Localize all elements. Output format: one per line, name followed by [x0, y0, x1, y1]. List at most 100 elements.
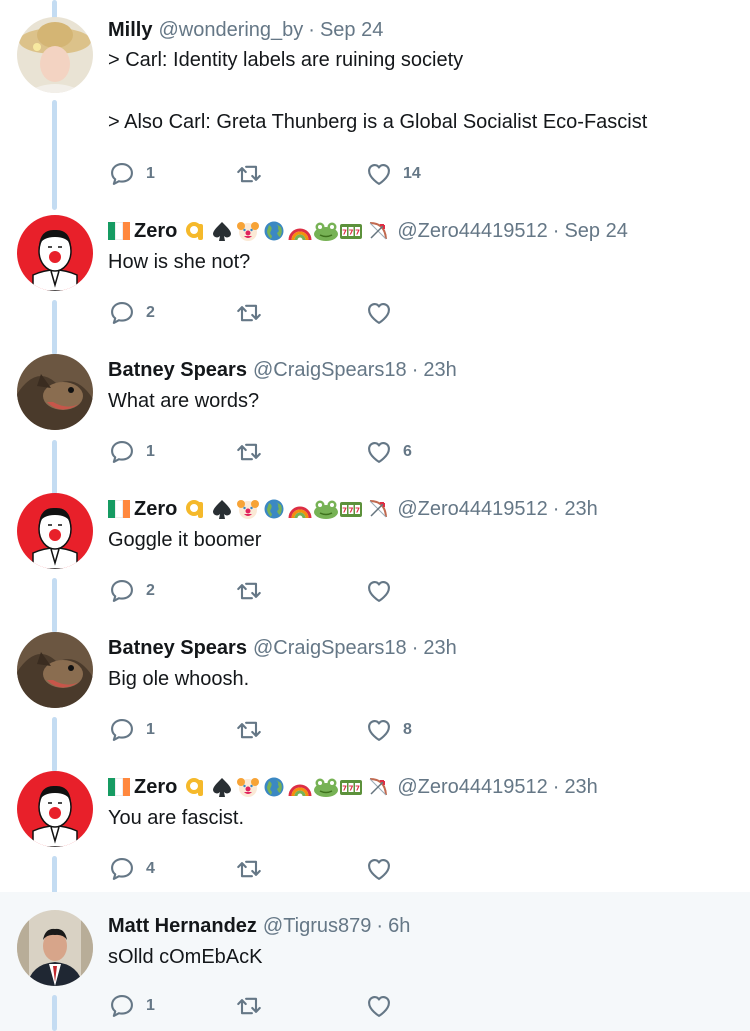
separator: ·: [552, 776, 560, 798]
like-button[interactable]: 8: [365, 715, 412, 745]
retweet-icon: [237, 582, 261, 600]
tweet-text: sOlld cOmEbAcK: [108, 946, 263, 968]
reply-icon: [111, 302, 133, 324]
user-handle[interactable]: @CraigSpears18: [253, 357, 407, 383]
timestamp[interactable]: 23h: [564, 496, 597, 522]
timestamp[interactable]: 23h: [423, 635, 456, 661]
tweet-actions: 1 6: [108, 437, 468, 467]
clown-icon: [235, 496, 261, 522]
frog-icon: [313, 496, 339, 522]
clown-icon: [235, 218, 261, 244]
avatar[interactable]: [17, 632, 93, 708]
like-button[interactable]: [365, 854, 403, 884]
timestamp[interactable]: Sep 24: [564, 218, 627, 244]
display-name[interactable]: Zero: [134, 774, 177, 800]
avatar[interactable]: [17, 17, 93, 93]
avatar[interactable]: [17, 493, 93, 569]
like-button[interactable]: 14: [365, 159, 421, 189]
reply-count: 2: [146, 304, 155, 321]
reply-button[interactable]: 1: [108, 715, 155, 745]
timestamp[interactable]: 23h: [423, 357, 456, 383]
tweet-matt-hernandez[interactable]: Matt Hernandez @Tigrus879 · 6h sOlld cOm…: [0, 892, 750, 1031]
heart-icon: [368, 580, 390, 602]
tweet-actions: 1: [108, 991, 468, 1021]
frog-icon: [313, 774, 339, 800]
tweet-actions: 1 8: [108, 715, 468, 745]
heart-icon: [368, 163, 390, 185]
like-button[interactable]: [365, 576, 403, 606]
like-button[interactable]: 6: [365, 437, 412, 467]
user-handle[interactable]: @CraigSpears18: [253, 635, 407, 661]
retweet-button[interactable]: [235, 991, 273, 1021]
retweet-button[interactable]: [235, 298, 273, 328]
reply-button[interactable]: 2: [108, 298, 155, 328]
tweet-header: Milly @wondering_by · Sep 24: [108, 17, 383, 43]
display-name[interactable]: Matt Hernandez: [108, 913, 257, 939]
name-emojis: 777: [183, 496, 391, 522]
frog-icon: [313, 218, 339, 244]
avatar[interactable]: [17, 215, 93, 291]
reply-button[interactable]: 4: [108, 854, 155, 884]
svg-text:7: 7: [342, 785, 347, 793]
tweet-header: Matt Hernandez @Tigrus879 · 6h: [108, 913, 410, 939]
avatar[interactable]: [17, 910, 93, 986]
timestamp[interactable]: 23h: [564, 774, 597, 800]
tweet-batney-spears[interactable]: Batney Spears @CraigSpears18 · 23h What …: [0, 336, 750, 475]
avatar[interactable]: [17, 771, 93, 847]
tweet-actions: 2: [108, 298, 468, 328]
heart-icon: [368, 441, 390, 463]
svg-text:7: 7: [342, 229, 347, 237]
tweet-header: Batney Spears @CraigSpears18 · 23h: [108, 635, 457, 661]
like-button[interactable]: [365, 298, 403, 328]
user-handle[interactable]: @Zero44419512: [397, 496, 547, 522]
reply-button[interactable]: 1: [108, 159, 155, 189]
tweet-zero[interactable]: Zero 777 @Zero44419512 · Sep 24 How is s…: [0, 197, 750, 336]
user-handle[interactable]: @Tigrus879: [263, 913, 372, 939]
like-count: 6: [403, 443, 412, 460]
avatar[interactable]: [17, 354, 93, 430]
tweet-zero[interactable]: Zero 777 @Zero44419512 · 23h You are fas…: [0, 753, 750, 892]
reply-button[interactable]: 1: [108, 991, 155, 1021]
tweet-actions: 4: [108, 854, 468, 884]
ireland-flag-icon: [108, 778, 130, 796]
user-handle[interactable]: @Zero44419512: [397, 218, 547, 244]
display-name[interactable]: Batney Spears: [108, 635, 247, 661]
user-handle[interactable]: @Zero44419512: [397, 774, 547, 800]
clown-nose-avatar-icon: [17, 215, 93, 291]
like-count: 14: [403, 165, 421, 182]
tweet-milly[interactable]: Milly @wondering_by · Sep 24 > Carl: Ide…: [0, 0, 750, 197]
svg-text:7: 7: [355, 507, 360, 515]
tweet-batney-spears[interactable]: Batney Spears @CraigSpears18 · 23h Big o…: [0, 614, 750, 753]
spade-icon: [209, 774, 235, 800]
heart-icon: [368, 995, 390, 1017]
retweet-button[interactable]: [235, 576, 273, 606]
like-button[interactable]: [365, 991, 403, 1021]
name-emojis: 777: [183, 218, 391, 244]
tweet-header: Zero 777 @Zero44419512 · Sep 24: [108, 218, 628, 244]
display-name[interactable]: Zero: [134, 496, 177, 522]
tweet-zero[interactable]: Zero 777 @Zero44419512 · 23h Goggle it b…: [0, 475, 750, 614]
display-name[interactable]: Zero: [134, 218, 177, 244]
spade-icon: [209, 496, 235, 522]
ireland-flag-icon: [108, 222, 130, 240]
globe-icon: [261, 218, 287, 244]
clown-nose-avatar-icon: [17, 493, 93, 569]
reply-button[interactable]: 1: [108, 437, 155, 467]
retweet-button[interactable]: [235, 715, 273, 745]
retweet-button[interactable]: [235, 437, 273, 467]
ok-hand-icon: [183, 218, 209, 244]
tweet-text: You are fascist.: [108, 807, 245, 829]
separator: ·: [552, 220, 560, 242]
timestamp[interactable]: 6h: [388, 913, 410, 939]
display-name[interactable]: Batney Spears: [108, 357, 247, 383]
retweet-button[interactable]: [235, 854, 273, 884]
user-handle[interactable]: @wondering_by: [158, 17, 303, 43]
retweet-icon: [237, 165, 261, 183]
retweet-button[interactable]: [235, 159, 273, 189]
reply-count: 1: [146, 443, 155, 460]
display-name[interactable]: Milly: [108, 17, 152, 43]
reply-button[interactable]: 2: [108, 576, 155, 606]
ok-hand-icon: [183, 774, 209, 800]
ok-hand-icon: [183, 496, 209, 522]
timestamp[interactable]: Sep 24: [320, 17, 383, 43]
